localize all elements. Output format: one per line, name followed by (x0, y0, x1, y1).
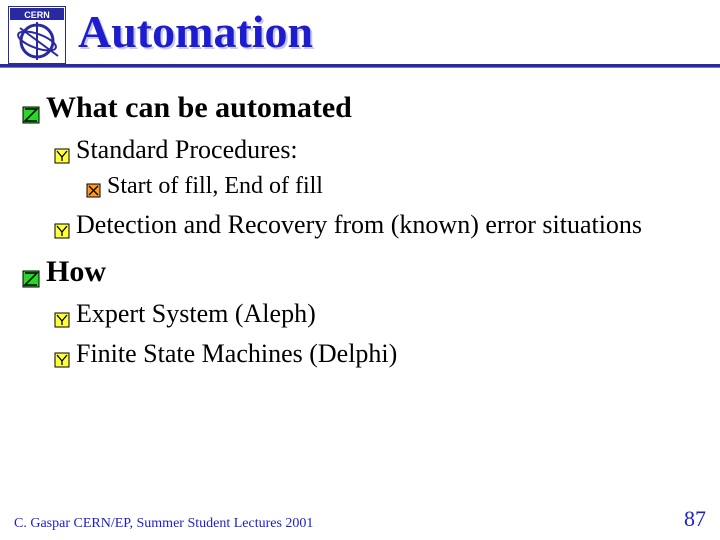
bullet-level1: What can be automated (22, 88, 702, 127)
footer-author: C. Gaspar CERN/EP, Summer Student Lectur… (14, 516, 313, 532)
x-bullet-icon (86, 178, 101, 193)
z-bullet-icon (22, 98, 40, 116)
slide-footer: C. Gaspar CERN/EP, Summer Student Lectur… (0, 506, 720, 532)
slide-header: CERN Automation (0, 0, 720, 67)
z-bullet-icon (22, 262, 40, 280)
bullet-text: Expert System (Aleph) (76, 297, 702, 331)
bullet-text: Standard Procedures: (76, 133, 702, 167)
y-bullet-icon (54, 216, 70, 232)
slide-title: Automation (78, 9, 313, 61)
bullet-level3: Start of fill, End of fill (86, 171, 702, 202)
bullet-text: How (46, 252, 702, 291)
bullet-level2: Finite State Machines (Delphi) (54, 337, 702, 371)
bullet-text: Start of fill, End of fill (107, 171, 702, 202)
bullet-text: What can be automated (46, 88, 702, 127)
bullet-text: Finite State Machines (Delphi) (76, 337, 702, 371)
bullet-level2: Detection and Recovery from (known) erro… (54, 208, 702, 242)
y-bullet-icon (54, 345, 70, 361)
bullet-level1: How (22, 252, 702, 291)
bullet-text: Detection and Recovery from (known) erro… (76, 208, 702, 242)
slide-body: What can be automated Standard Procedure… (0, 68, 720, 370)
svg-text:CERN: CERN (24, 10, 50, 20)
bullet-level2: Expert System (Aleph) (54, 297, 702, 331)
y-bullet-icon (54, 305, 70, 321)
cern-logo: CERN (8, 6, 66, 64)
y-bullet-icon (54, 141, 70, 157)
page-number: 87 (684, 506, 706, 532)
bullet-level2: Standard Procedures: (54, 133, 702, 167)
